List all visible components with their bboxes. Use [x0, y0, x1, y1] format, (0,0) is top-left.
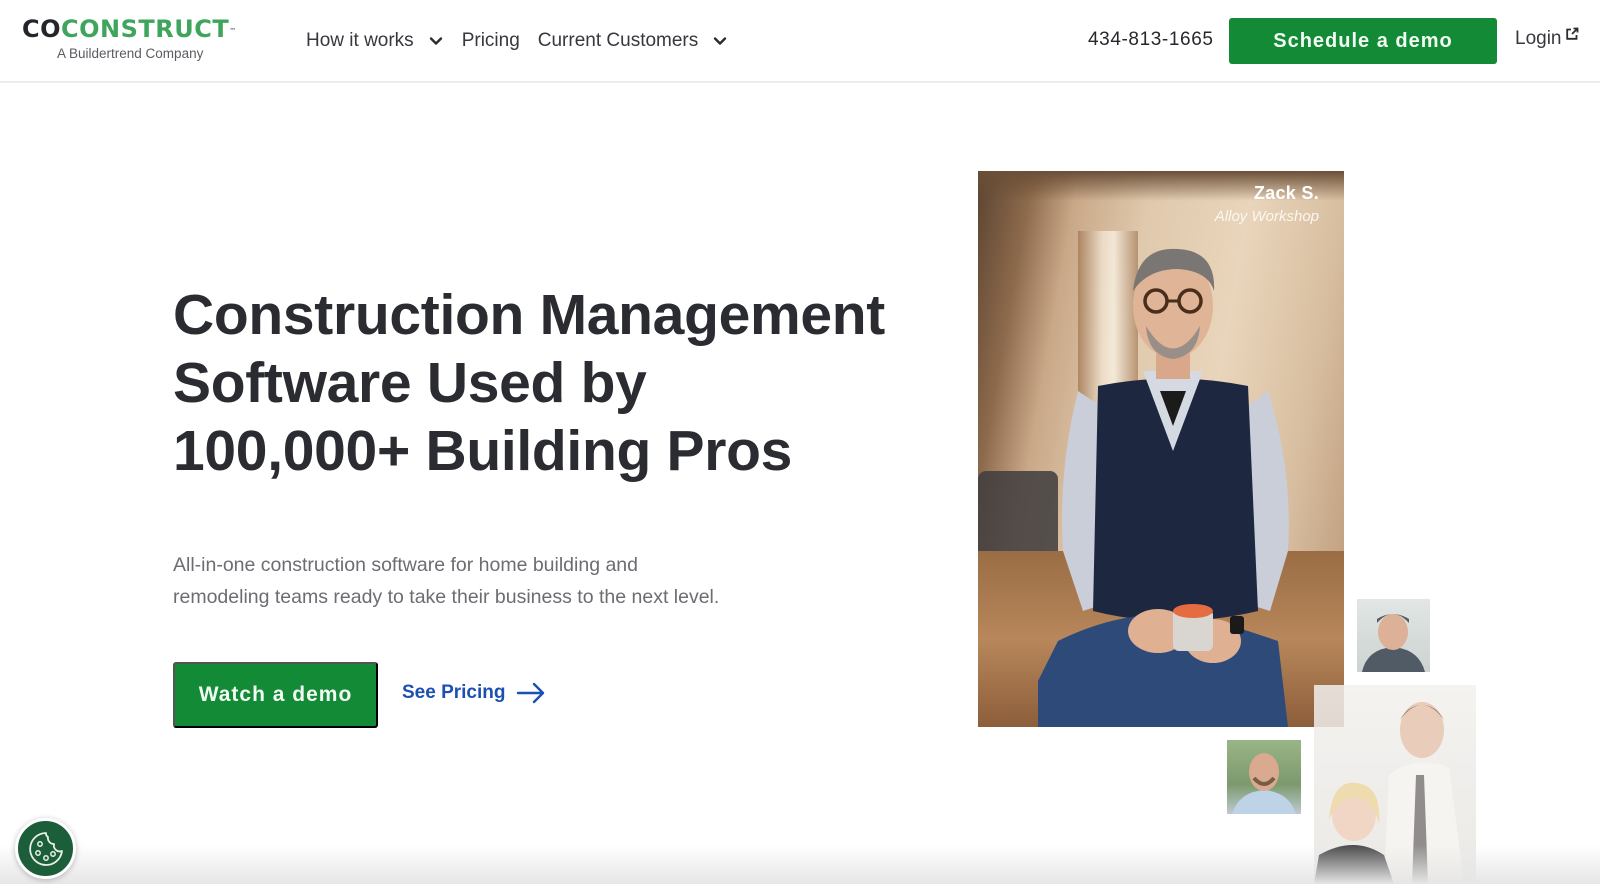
hero-title-line: Software Used by	[173, 351, 647, 415]
schedule-demo-button[interactable]: Schedule a demo	[1229, 18, 1497, 64]
customer-thumbnail	[1357, 599, 1430, 672]
customer-thumbnail	[1227, 740, 1301, 814]
login-label: Login	[1515, 28, 1562, 49]
nav-how-it-works[interactable]: How it works	[306, 30, 444, 52]
logo-construct: CONSTRUCT	[61, 15, 230, 43]
logo-co: CO	[22, 15, 62, 43]
customer-group-photo	[1314, 685, 1476, 884]
phone-number-link[interactable]: 434-813-1665	[1088, 29, 1214, 51]
testimonial-photo: Zack S. Alloy Workshop	[978, 171, 1344, 727]
hero-title: Construction Management Software Used by…	[173, 281, 913, 485]
photo-caption: Zack S. Alloy Workshop	[1215, 183, 1319, 225]
hero-title-line: Construction Management	[173, 283, 885, 347]
nav-pricing[interactable]: Pricing	[462, 30, 520, 52]
main-nav: How it works Pricing Current Customers	[306, 26, 746, 56]
logo-tagline: A Buildertrend Company	[57, 46, 204, 61]
logo-trademark: ™	[229, 27, 237, 35]
testimonial-company: Alloy Workshop	[1214, 208, 1319, 225]
login-link[interactable]: Login	[1515, 27, 1579, 50]
nav-how-it-works-label: How it works	[306, 30, 414, 51]
customer-portrait-icon	[1232, 753, 1296, 814]
site-header: COCONSTRUCT™ A Buildertrend Company How …	[0, 0, 1600, 83]
cookie-icon	[28, 831, 63, 866]
hero-subtitle-line: All-in-one construction software for hom…	[173, 554, 639, 576]
customer-portrait-icon	[1362, 614, 1425, 672]
hero-subtitle-line: remodeling teams ready to take their bus…	[173, 586, 720, 608]
cookie-settings-button[interactable]	[15, 818, 76, 879]
nav-pricing-label: Pricing	[461, 30, 520, 51]
chevron-down-icon	[428, 33, 444, 49]
external-link-icon	[1565, 27, 1578, 40]
hero-title-line: 100,000+ Building Pros	[173, 419, 793, 483]
see-pricing-label: See Pricing	[402, 682, 506, 703]
nav-current-customers[interactable]: Current Customers	[538, 30, 729, 52]
arrow-right-icon	[516, 682, 544, 704]
customer-portrait-icon	[1314, 702, 1464, 884]
testimonial-person-illustration	[1038, 248, 1289, 727]
watch-demo-button[interactable]: Watch a demo	[173, 662, 378, 728]
logo-wordmark: COCONSTRUCT™	[22, 15, 252, 43]
testimonial-name: Zack S.	[1253, 183, 1319, 203]
coconstruct-logo[interactable]: COCONSTRUCT™ A Buildertrend Company	[22, 15, 252, 65]
see-pricing-link[interactable]: See Pricing	[402, 681, 546, 705]
hero-subtitle: All-in-one construction software for hom…	[173, 549, 793, 613]
chevron-down-icon	[712, 33, 728, 49]
nav-current-customers-label: Current Customers	[537, 30, 699, 51]
